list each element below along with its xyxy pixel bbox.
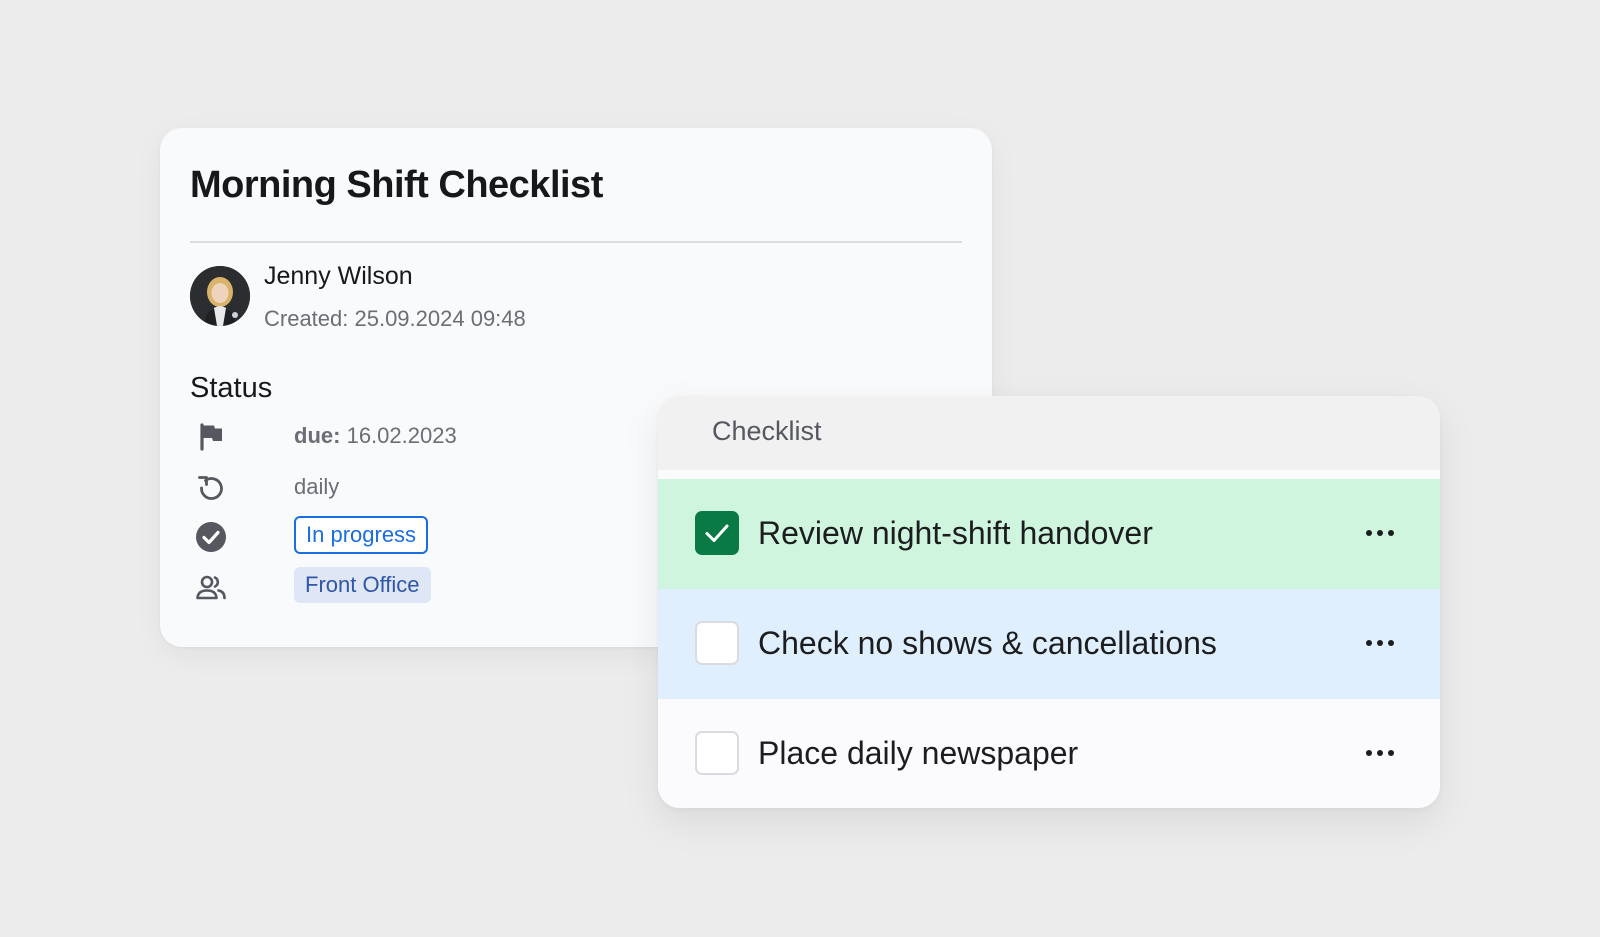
status-heading: Status [190, 372, 273, 404]
checkbox-unchecked[interactable] [695, 621, 739, 665]
more-options-icon[interactable] [1360, 627, 1400, 659]
checklist-item[interactable]: Check no shows & cancellations [658, 589, 1440, 699]
checkbox-unchecked[interactable] [695, 731, 739, 775]
due-date-row[interactable]: due: 16.02.2023 [190, 415, 650, 455]
status-badge[interactable]: In progress [294, 516, 429, 554]
checklist-item-label: Review night-shift handover [758, 515, 1153, 551]
people-icon [195, 571, 227, 603]
checklist-item-label: Check no shows & cancellations [758, 625, 1217, 661]
recurrence-row[interactable]: daily [190, 466, 650, 506]
more-options-icon[interactable] [1360, 737, 1400, 769]
state-row[interactable]: In progress [190, 516, 650, 556]
author-name: Jenny Wilson [264, 262, 413, 290]
recurrence-value: daily [294, 474, 340, 499]
due-date: 16.02.2023 [346, 423, 457, 448]
more-options-icon[interactable] [1360, 517, 1400, 549]
checklist-header: Checklist [658, 396, 1440, 470]
task-title: Morning Shift Checklist [190, 164, 603, 206]
repeat-icon [195, 471, 227, 503]
team-row[interactable]: Front Office [190, 566, 650, 606]
checklist-item[interactable]: Place daily newspaper [658, 699, 1440, 808]
check-circle-icon [195, 521, 227, 553]
checklist-panel: Checklist Review night-shift handover Ch… [658, 396, 1440, 808]
checklist-item[interactable]: Review night-shift handover [658, 479, 1440, 589]
team-tag[interactable]: Front Office [294, 567, 431, 603]
due-label: due: [294, 423, 341, 448]
flag-icon [195, 420, 227, 452]
divider [190, 241, 962, 243]
checkbox-checked[interactable] [695, 511, 739, 555]
checklist-item-label: Place daily newspaper [758, 735, 1079, 771]
avatar[interactable] [190, 266, 250, 326]
created-timestamp: Created: 25.09.2024 09:48 [264, 306, 526, 331]
checklist-title: Checklist [712, 416, 822, 446]
